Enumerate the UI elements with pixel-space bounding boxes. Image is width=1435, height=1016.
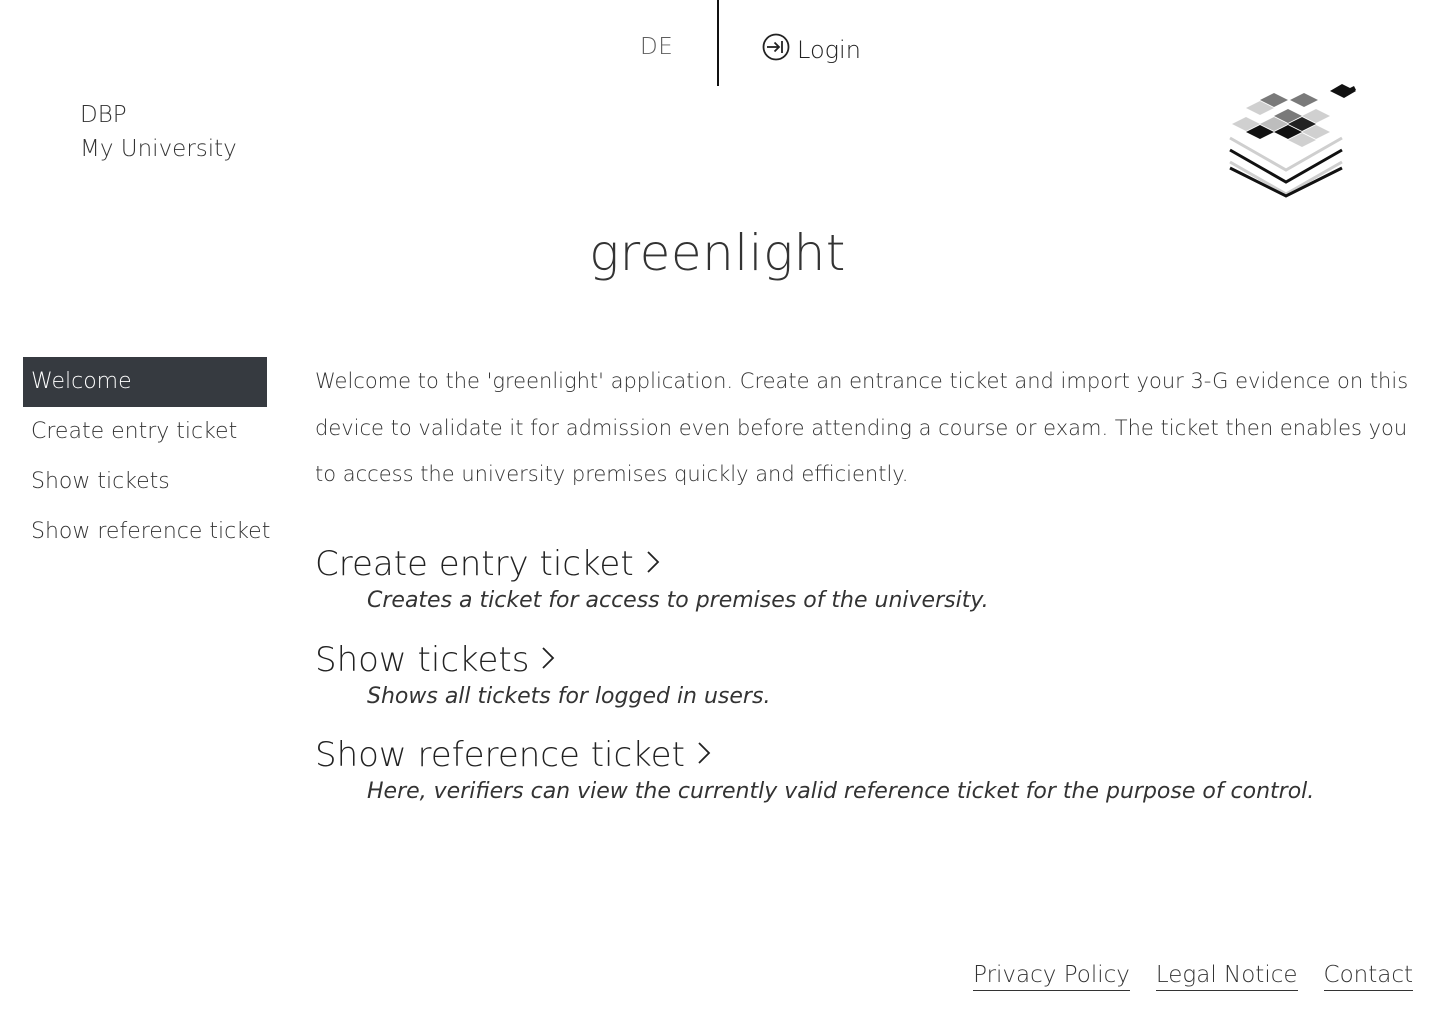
show-tickets-link[interactable]: Show tickets — [315, 640, 555, 680]
feature-title: Show reference ticket — [315, 735, 685, 775]
organization-block: DBP My University — [80, 98, 237, 166]
feature-description: Here, verifiers can view the currently v… — [367, 779, 1315, 804]
page: DE Login DBP My University greenlight We… — [0, 0, 1435, 1016]
feature-show-reference-ticket: Show reference ticket Here, verifiers ca… — [315, 735, 1314, 804]
sidebar-item-show-reference-ticket[interactable]: Show reference ticket — [23, 507, 270, 557]
chevron-right-icon — [697, 735, 711, 775]
login-label: Login — [797, 36, 861, 64]
feature-title: Show tickets — [315, 640, 530, 680]
sidebar-nav: Welcome Create entry ticket Show tickets… — [23, 357, 270, 557]
intro-text: Welcome to the 'greenlight' application.… — [315, 369, 1409, 486]
legal-notice-link[interactable]: Legal Notice — [1155, 962, 1298, 991]
contact-link[interactable]: Contact — [1323, 962, 1413, 991]
sidebar-item-show-tickets[interactable]: Show tickets — [23, 457, 267, 507]
org-name: My University — [80, 136, 237, 162]
login-icon — [761, 32, 791, 68]
sidebar-item-create-entry-ticket[interactable]: Create entry ticket — [23, 407, 267, 457]
feature-title: Create entry ticket — [315, 544, 634, 584]
create-entry-ticket-link[interactable]: Create entry ticket — [315, 544, 660, 584]
feature-create-entry-ticket: Create entry ticket Creates a ticket for… — [315, 544, 989, 613]
feature-description: Creates a ticket for access to premises … — [367, 588, 989, 613]
footer: Privacy Policy Legal Notice Contact — [973, 962, 1413, 991]
org-abbreviation: DBP — [80, 102, 127, 128]
chevron-right-icon — [646, 544, 660, 584]
language-toggle[interactable]: DE — [640, 34, 673, 60]
feature-show-tickets: Show tickets Shows all tickets for logge… — [315, 640, 770, 709]
header-divider — [717, 0, 719, 86]
privacy-policy-link[interactable]: Privacy Policy — [973, 962, 1130, 991]
feature-description: Shows all tickets for logged in users. — [367, 684, 771, 709]
show-reference-ticket-link[interactable]: Show reference ticket — [315, 735, 711, 775]
sidebar-item-welcome[interactable]: Welcome — [23, 357, 267, 407]
login-button[interactable]: Login — [761, 32, 861, 68]
cube-stack-logo — [1224, 80, 1360, 202]
page-title: greenlight — [589, 224, 846, 282]
chevron-right-icon — [541, 640, 555, 680]
